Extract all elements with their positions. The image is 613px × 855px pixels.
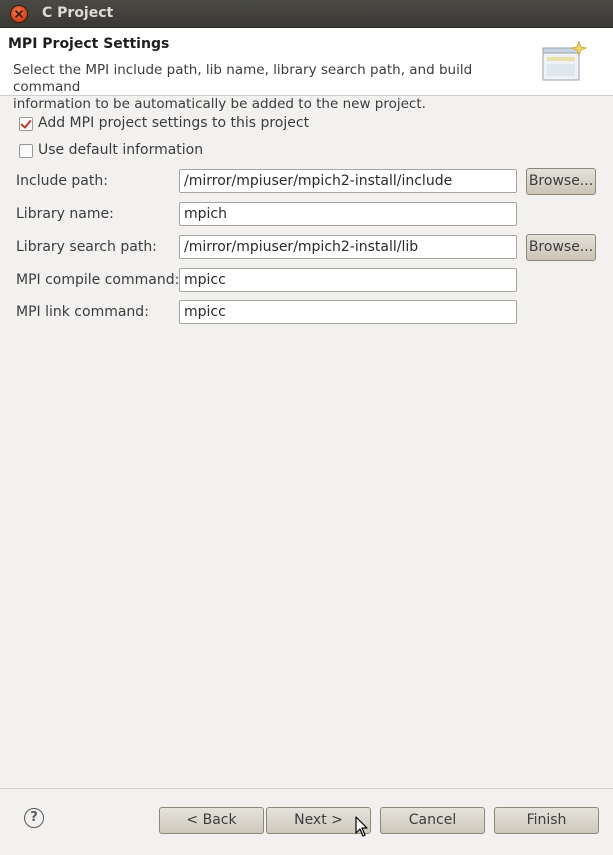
close-icon[interactable] — [11, 6, 27, 22]
add-mpi-settings-label: Add MPI project settings to this project — [38, 115, 310, 131]
wizard-banner-icon — [542, 40, 588, 81]
description-line-2: information to be automatically be added… — [13, 96, 426, 112]
library-name-label: Library name: — [16, 206, 114, 222]
library-search-path-label: Library search path: — [16, 239, 157, 255]
link-command-label: MPI link command: — [16, 304, 149, 320]
wizard-header: MPI Project Settings Select the MPI incl… — [0, 28, 613, 112]
include-path-label: Include path: — [16, 173, 108, 189]
page-description: Select the MPI include path, lib name, l… — [13, 62, 533, 113]
library-search-path-browse-button[interactable]: Browse... — [526, 234, 596, 261]
mouse-pointer-icon — [355, 816, 368, 837]
link-command-field[interactable]: mpicc — [179, 300, 517, 324]
window-title: C Project — [42, 5, 114, 21]
include-path-field[interactable]: /mirror/mpiuser/mpich2-install/include — [179, 169, 517, 193]
footer-separator — [0, 788, 613, 789]
library-name-field[interactable]: mpich — [179, 202, 517, 226]
help-icon[interactable]: ? — [24, 808, 44, 828]
add-mpi-settings-checkbox[interactable] — [19, 117, 33, 131]
library-search-path-field[interactable]: /mirror/mpiuser/mpich2-install/lib — [179, 235, 517, 259]
include-path-browse-button[interactable]: Browse... — [526, 168, 596, 195]
cancel-button[interactable]: Cancel — [380, 807, 485, 834]
finish-button[interactable]: Finish — [494, 807, 599, 834]
back-button[interactable]: < Back — [159, 807, 264, 834]
compile-command-label: MPI compile command: — [16, 272, 180, 288]
use-default-info-checkbox[interactable] — [19, 144, 33, 158]
title-bar: C Project — [0, 0, 613, 28]
use-default-info-label: Use default information — [38, 142, 204, 158]
compile-command-field[interactable]: mpicc — [179, 268, 517, 292]
description-line-1: Select the MPI include path, lib name, l… — [13, 62, 473, 95]
page-title: MPI Project Settings — [8, 36, 170, 52]
